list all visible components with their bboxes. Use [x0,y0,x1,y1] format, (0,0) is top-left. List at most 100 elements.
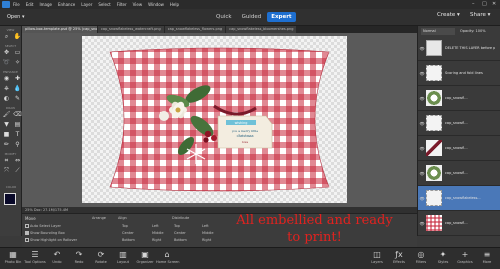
organizer-button[interactable]: ▣ Organizer [134,250,156,264]
distribute-right-button[interactable]: Right [202,238,211,242]
close-window-button[interactable]: ✕ [492,1,496,7]
align-center-button[interactable]: Center [122,231,134,235]
organizer-icon: ▣ [141,250,149,259]
eye-icon[interactable]: 👁 [418,46,426,51]
gradient-tool-icon[interactable]: ▤ [13,121,22,129]
menu-edit[interactable]: Edit [26,2,34,7]
eye-icon[interactable]: 👁 [418,196,426,201]
marquee-tool-icon[interactable]: ▭ [13,49,22,57]
menu-select[interactable]: Select [98,2,110,7]
hand-tool-icon[interactable]: ✋ [13,33,22,41]
shape-tool-icon[interactable]: ■ [2,131,11,139]
red-eye-tool-icon[interactable]: ◉ [2,75,11,83]
menu-filter[interactable]: Filter [117,2,127,7]
tool-options-button[interactable]: ☰ Tool Options [24,250,46,264]
magic-wand-tool-icon[interactable]: ✧ [13,59,22,67]
highlight-checkbox[interactable]: Show Highlight on Rollover [25,238,77,242]
rotate-button[interactable]: ⟳ Rotate [90,250,112,264]
menu-image[interactable]: Image [39,2,52,7]
distribute-top-button[interactable]: Top [174,224,180,228]
redo-button[interactable]: ↷ Redo [68,250,90,264]
layer-row[interactable]: 👁 cap_snowfl... [418,111,500,136]
eraser-tool-icon[interactable]: ⌫ [13,111,22,119]
content-aware-move-icon[interactable]: ⤧ [2,167,11,175]
sponge-tool-icon[interactable]: ◐ [2,95,11,103]
share-button[interactable]: Share ▾ [470,12,490,18]
layer-row[interactable]: 👁 cap_snowfl... [418,136,500,161]
undo-button[interactable]: ↶ Undo [46,250,68,264]
layers-button[interactable]: ◫ Layers [366,250,388,264]
minimize-button[interactable]: – [472,1,475,7]
type-tool-icon[interactable]: T [13,131,22,139]
doc-tab[interactable]: cap_snowflakeless_flowers.png [164,26,226,33]
filters-button[interactable]: ◎ Filters [410,250,432,264]
layer-row[interactable]: 👁 DELETE THIS LAYER before printing [418,36,500,61]
eye-icon[interactable]: 👁 [418,146,426,151]
menu-layer[interactable]: Layer [81,2,92,7]
tab-expert[interactable]: Expert [267,12,296,22]
doc-tab[interactable]: cap_snowflakeless_watercraft.png [98,26,164,33]
layer-row[interactable]: 👁 cap_snowfl... [418,161,500,186]
menu-help[interactable]: Help [170,2,179,7]
lasso-tool-icon[interactable]: ➰ [2,59,11,67]
tab-quick[interactable]: Quick [212,12,236,22]
eye-icon[interactable]: 👁 [418,96,426,101]
open-button[interactable]: Open ▾ [3,12,28,23]
more-button[interactable]: ≡ More [476,250,498,264]
blur-tool-icon[interactable]: 💧 [13,85,22,93]
layer-row[interactable]: 👁 cap_snowfl... [418,211,500,236]
recompose-tool-icon[interactable]: ⇔ [13,157,22,165]
eye-icon[interactable]: 👁 [418,221,426,226]
graphics-button[interactable]: + Graphics [454,250,476,264]
tab-guided[interactable]: Guided [238,12,266,22]
create-button[interactable]: Create ▾ [437,12,460,18]
blend-mode-select[interactable]: Normal [421,28,455,35]
pillow-box-artwork[interactable]: wishing you a merry little christmas lov… [106,46,333,193]
eye-icon[interactable]: 👁 [418,121,426,126]
straighten-tool-icon[interactable]: ⟋ [13,167,22,175]
crop-tool-icon[interactable]: ⌗ [2,157,11,165]
small-flower-shape [159,111,169,121]
foreground-color-swatch[interactable] [4,193,16,205]
align-middle-button[interactable]: Middle [152,231,164,235]
eyedropper-tool-icon[interactable]: ⚲ [13,141,22,149]
healing-brush-icon[interactable]: ✚ [13,75,22,83]
menu-window[interactable]: Window [148,2,164,7]
effects-button[interactable]: ƒx Effects [388,250,410,264]
layout-button[interactable]: ▥ Layout [112,250,134,264]
doc-tab[interactable]: cap_snowflakeless_bloomershes.png [226,26,297,33]
zoom-tool-icon[interactable]: ⌕ [2,33,11,41]
photo-bin-button[interactable]: ▦ Photo Bin [2,250,24,264]
paint-bucket-icon[interactable]: ▼ [2,121,11,129]
pencil-tool-icon[interactable]: ✏ [2,141,11,149]
eye-icon[interactable]: 👁 [418,171,426,176]
align-left-button[interactable]: Left [152,224,159,228]
home-screen-button[interactable]: ⌂ Home Screen [156,250,179,264]
auto-select-checkbox[interactable]: Auto Select Layer [25,224,61,228]
distribute-left-button[interactable]: Left [202,224,209,228]
smart-brush-icon[interactable]: ✎ [13,95,22,103]
clone-stamp-icon[interactable]: ⎈ [2,85,11,93]
brush-tool-icon[interactable]: 🖌 [2,111,11,119]
align-bottom-button[interactable]: Bottom [122,238,135,242]
distribute-middle-button[interactable]: Middle [202,231,214,235]
maximize-button[interactable]: □ [482,1,487,7]
canvas-area[interactable]: wishing you a merry little christmas lov… [22,33,417,207]
eye-icon[interactable]: 👁 [418,71,426,76]
move-tool-icon[interactable]: ✥ [2,49,11,57]
align-top-button[interactable]: Top [122,224,128,228]
styles-button[interactable]: ✦ Styles [432,250,454,264]
menu-view[interactable]: View [133,2,143,7]
distribute-center-button[interactable]: Center [174,231,186,235]
opacity-control[interactable]: Opacity: 100% [460,28,486,35]
layer-thumbnail [426,140,442,156]
layer-row-selected[interactable]: 👁 cap_snowflakeless... [418,186,500,211]
menu-enhance[interactable]: Enhance [58,2,75,7]
layer-row[interactable]: 👁 Scoring and fold lines [418,61,500,86]
align-right-button[interactable]: Right [152,238,161,242]
bounding-box-checkbox[interactable]: Show Bounding Box [25,231,65,235]
distribute-bottom-button[interactable]: Bottom [174,238,187,242]
layer-row[interactable]: 👁 cap_snowfl... [418,86,500,111]
menu-file[interactable]: File [13,2,20,7]
doc-tab-active[interactable]: pillow-box-template.psd @ 25% (cap_snowf… [22,26,97,33]
